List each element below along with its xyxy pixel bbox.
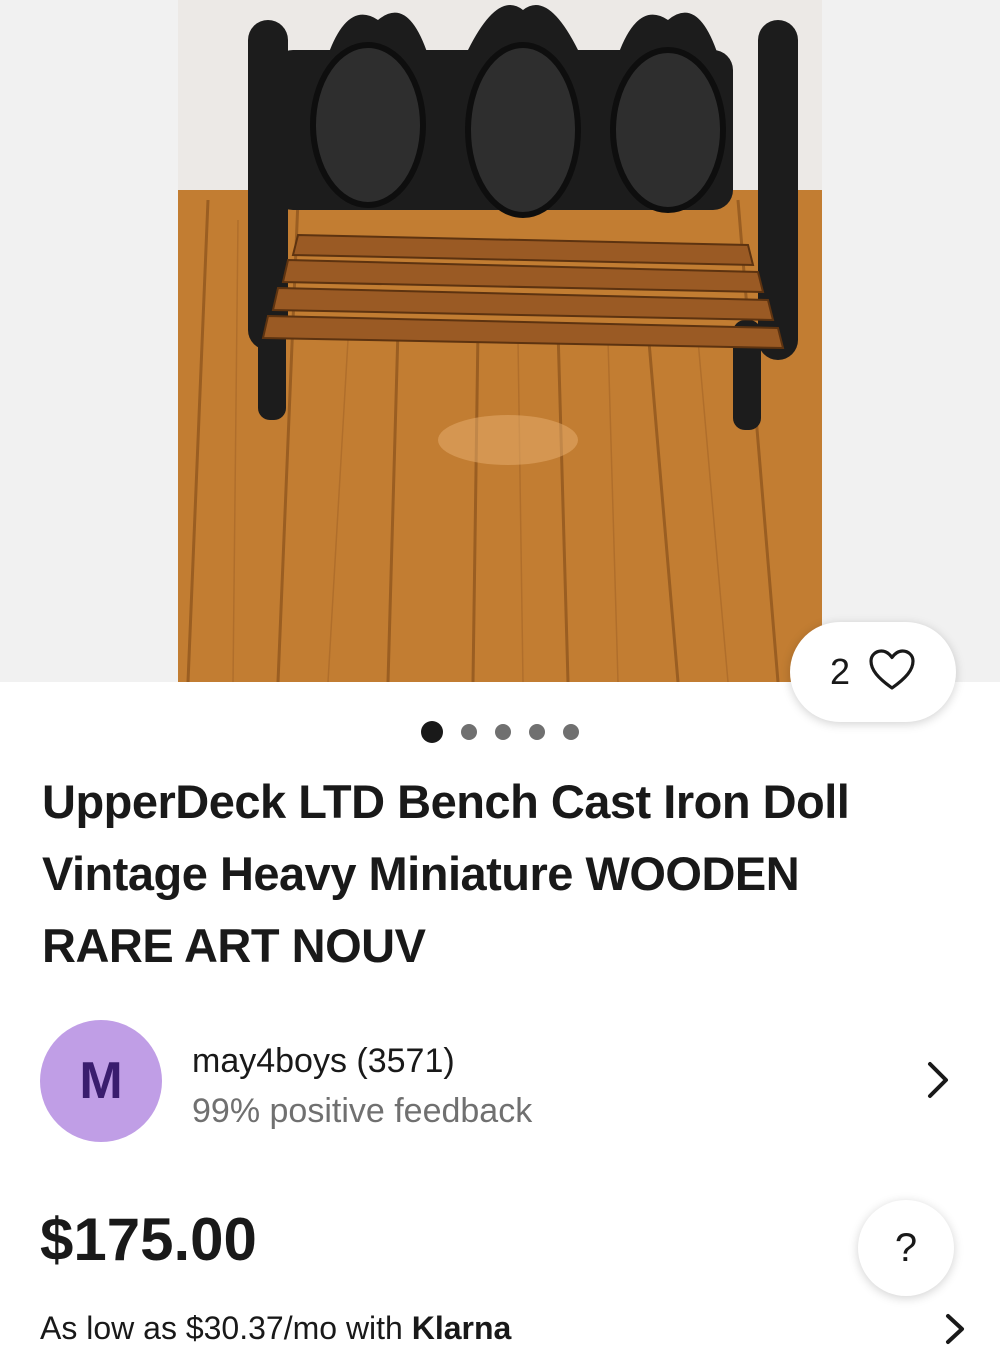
carousel-indicator <box>0 720 1000 744</box>
carousel-dot[interactable] <box>529 724 545 740</box>
carousel-dot[interactable] <box>421 721 443 743</box>
financing-text: As low as $30.37/mo with <box>40 1310 412 1346</box>
listing-title: UpperDeck LTD Bench Cast Iron Doll Vinta… <box>42 775 850 972</box>
carousel-dot[interactable] <box>563 724 579 740</box>
chevron-right-icon[interactable] <box>944 1312 966 1354</box>
seller-card[interactable]: M may4boys (3571) 99% positive feedback <box>40 1020 960 1144</box>
chevron-right-icon[interactable] <box>926 1060 950 1105</box>
carousel-dot[interactable] <box>495 724 511 740</box>
favorite-count: 2 <box>829 651 851 692</box>
klarna-brand: Klarna <box>411 1310 512 1346</box>
financing-row[interactable]: As low as $30.37/mo with Klarna <box>40 1310 980 1350</box>
avatar: M <box>40 1020 162 1142</box>
price: $175.00 <box>40 1206 257 1273</box>
seller-feedback: 99% positive feedback <box>192 1092 533 1130</box>
heart-outline-icon <box>868 648 916 697</box>
image-carousel[interactable]: 2 <box>0 0 1000 722</box>
seller-name: may4boys (3571) <box>192 1042 455 1080</box>
help-button[interactable]: ? <box>858 1200 954 1296</box>
favorite-button[interactable]: 2 <box>790 622 956 722</box>
carousel-dot[interactable] <box>461 724 477 740</box>
listing-photo[interactable] <box>178 0 822 682</box>
